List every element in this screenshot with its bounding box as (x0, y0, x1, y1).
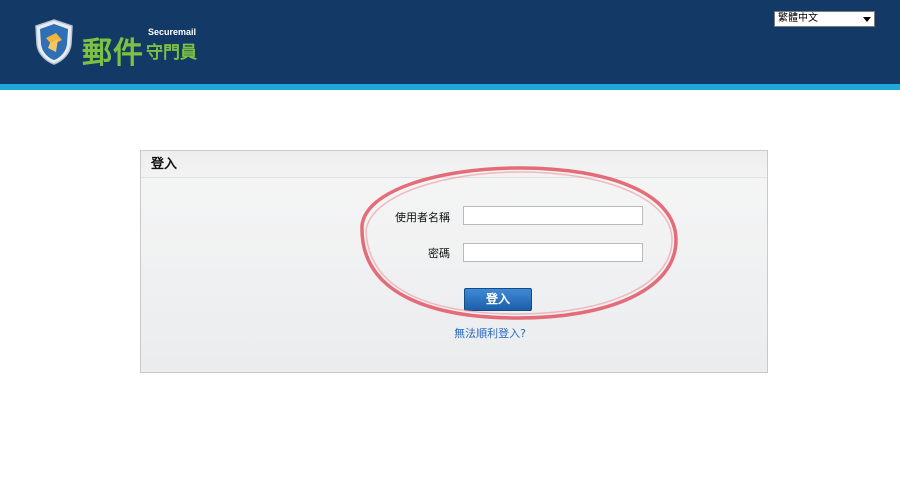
language-select-value: 繁體中文 (778, 13, 818, 24)
logo-caption: 守門員 (146, 43, 197, 63)
login-button[interactable]: 登入 (464, 288, 532, 311)
language-select[interactable]: 繁體中文 (774, 11, 875, 27)
chevron-down-icon[interactable] (863, 17, 871, 22)
app-logo: 郵件 Securemail 守門員 (32, 18, 212, 71)
login-panel-title: 登入 (141, 151, 767, 178)
username-field[interactable] (463, 206, 643, 225)
login-help-link[interactable]: 無法順利登入? (440, 325, 540, 341)
password-label: 密碼 (428, 247, 450, 260)
password-field[interactable] (463, 243, 643, 262)
logo-wordmark: 郵件 Securemail 守門員 (82, 18, 212, 71)
logo-title: 郵件 (82, 36, 144, 71)
header-accent-stripe (0, 84, 900, 90)
username-label: 使用者名稱 (395, 211, 450, 224)
shield-icon (35, 19, 73, 65)
logo-subtitle: Securemail (148, 27, 197, 37)
